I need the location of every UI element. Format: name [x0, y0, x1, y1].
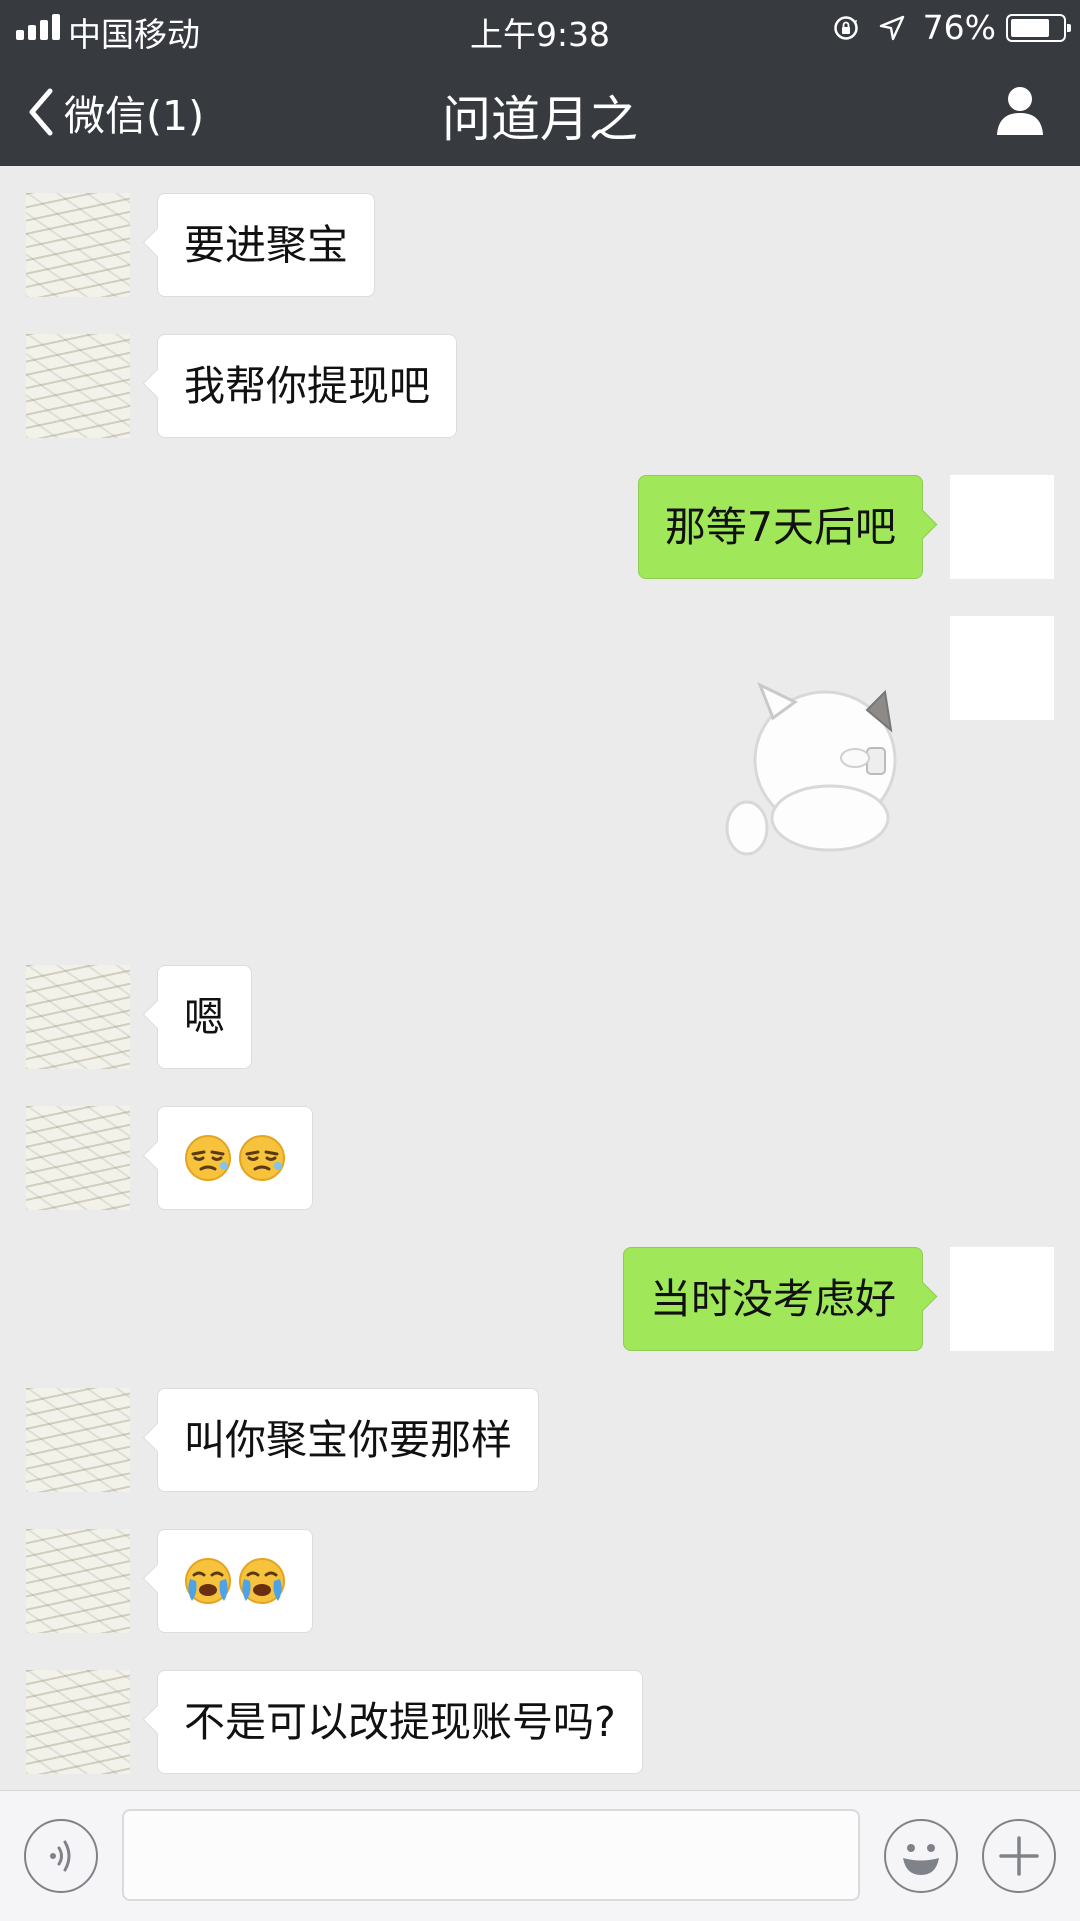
contact-avatar[interactable]	[26, 1670, 130, 1774]
crying-face-emoji	[185, 1558, 231, 1604]
message-text: 要进聚宝	[184, 221, 348, 269]
message-bubble-received[interactable]: 叫你聚宝你要那样	[157, 1388, 539, 1492]
message-text: 我帮你提现吧	[184, 362, 430, 410]
status-bar: 中国移动 上午9:38 76%	[0, 0, 1080, 54]
message-text: 那等7天后吧	[664, 503, 896, 551]
contact-avatar[interactable]	[26, 334, 130, 438]
voice-input-button[interactable]	[24, 1819, 98, 1893]
contact-avatar[interactable]	[26, 965, 130, 1069]
chat-title: 问道月之	[441, 91, 638, 148]
more-options-button[interactable]	[982, 1819, 1056, 1893]
contact-avatar[interactable]	[26, 1388, 130, 1492]
message-text: 不是可以改提现账号吗?	[184, 1698, 616, 1746]
emoji-button[interactable]	[884, 1819, 958, 1893]
battery-icon	[1006, 13, 1071, 42]
message-text: 叫你聚宝你要那样	[184, 1416, 512, 1464]
message-bubble-received[interactable]: 要进聚宝	[157, 193, 375, 297]
rotation-lock-icon	[833, 15, 858, 40]
battery-percent: 76%	[922, 8, 996, 47]
location-arrow-icon	[879, 15, 904, 40]
navigation-bar: 微信(1) 问道月之	[0, 54, 1080, 166]
message-text: 当时没考虑好	[650, 1275, 896, 1323]
message-bubble-sent[interactable]: 那等7天后吧	[637, 475, 923, 579]
message-bubble-received[interactable]	[157, 1529, 313, 1633]
message-text: 嗯	[184, 993, 225, 1041]
my-avatar[interactable]	[950, 1247, 1054, 1351]
contact-profile-icon[interactable]	[996, 84, 1044, 136]
my-avatar[interactable]	[950, 475, 1054, 579]
crying-face-emoji	[239, 1558, 285, 1604]
white-cat-sticker[interactable]	[725, 640, 915, 860]
smirk-face-emoji	[239, 1135, 285, 1181]
message-input[interactable]	[122, 1809, 860, 1901]
my-avatar[interactable]	[950, 616, 1054, 720]
message-bubble-sent[interactable]: 当时没考虑好	[623, 1247, 923, 1351]
plus-icon	[999, 1836, 1039, 1876]
message-bubble-received[interactable]: 不是可以改提现账号吗?	[157, 1670, 643, 1774]
smiley-icon	[903, 1844, 939, 1875]
input-bar	[0, 1790, 1080, 1921]
voice-icon	[50, 1840, 71, 1872]
message-bubble-received[interactable]: 我帮你提现吧	[157, 334, 457, 438]
contact-avatar[interactable]	[26, 1106, 130, 1210]
smirk-face-emoji	[185, 1135, 231, 1181]
message-bubble-received[interactable]	[157, 1106, 313, 1210]
top-bar: 中国移动 上午9:38 76% 微信(1) 问道月之	[0, 0, 1080, 166]
message-bubble-received[interactable]: 嗯	[157, 965, 252, 1069]
contact-avatar[interactable]	[26, 1529, 130, 1633]
contact-avatar[interactable]	[26, 193, 130, 297]
